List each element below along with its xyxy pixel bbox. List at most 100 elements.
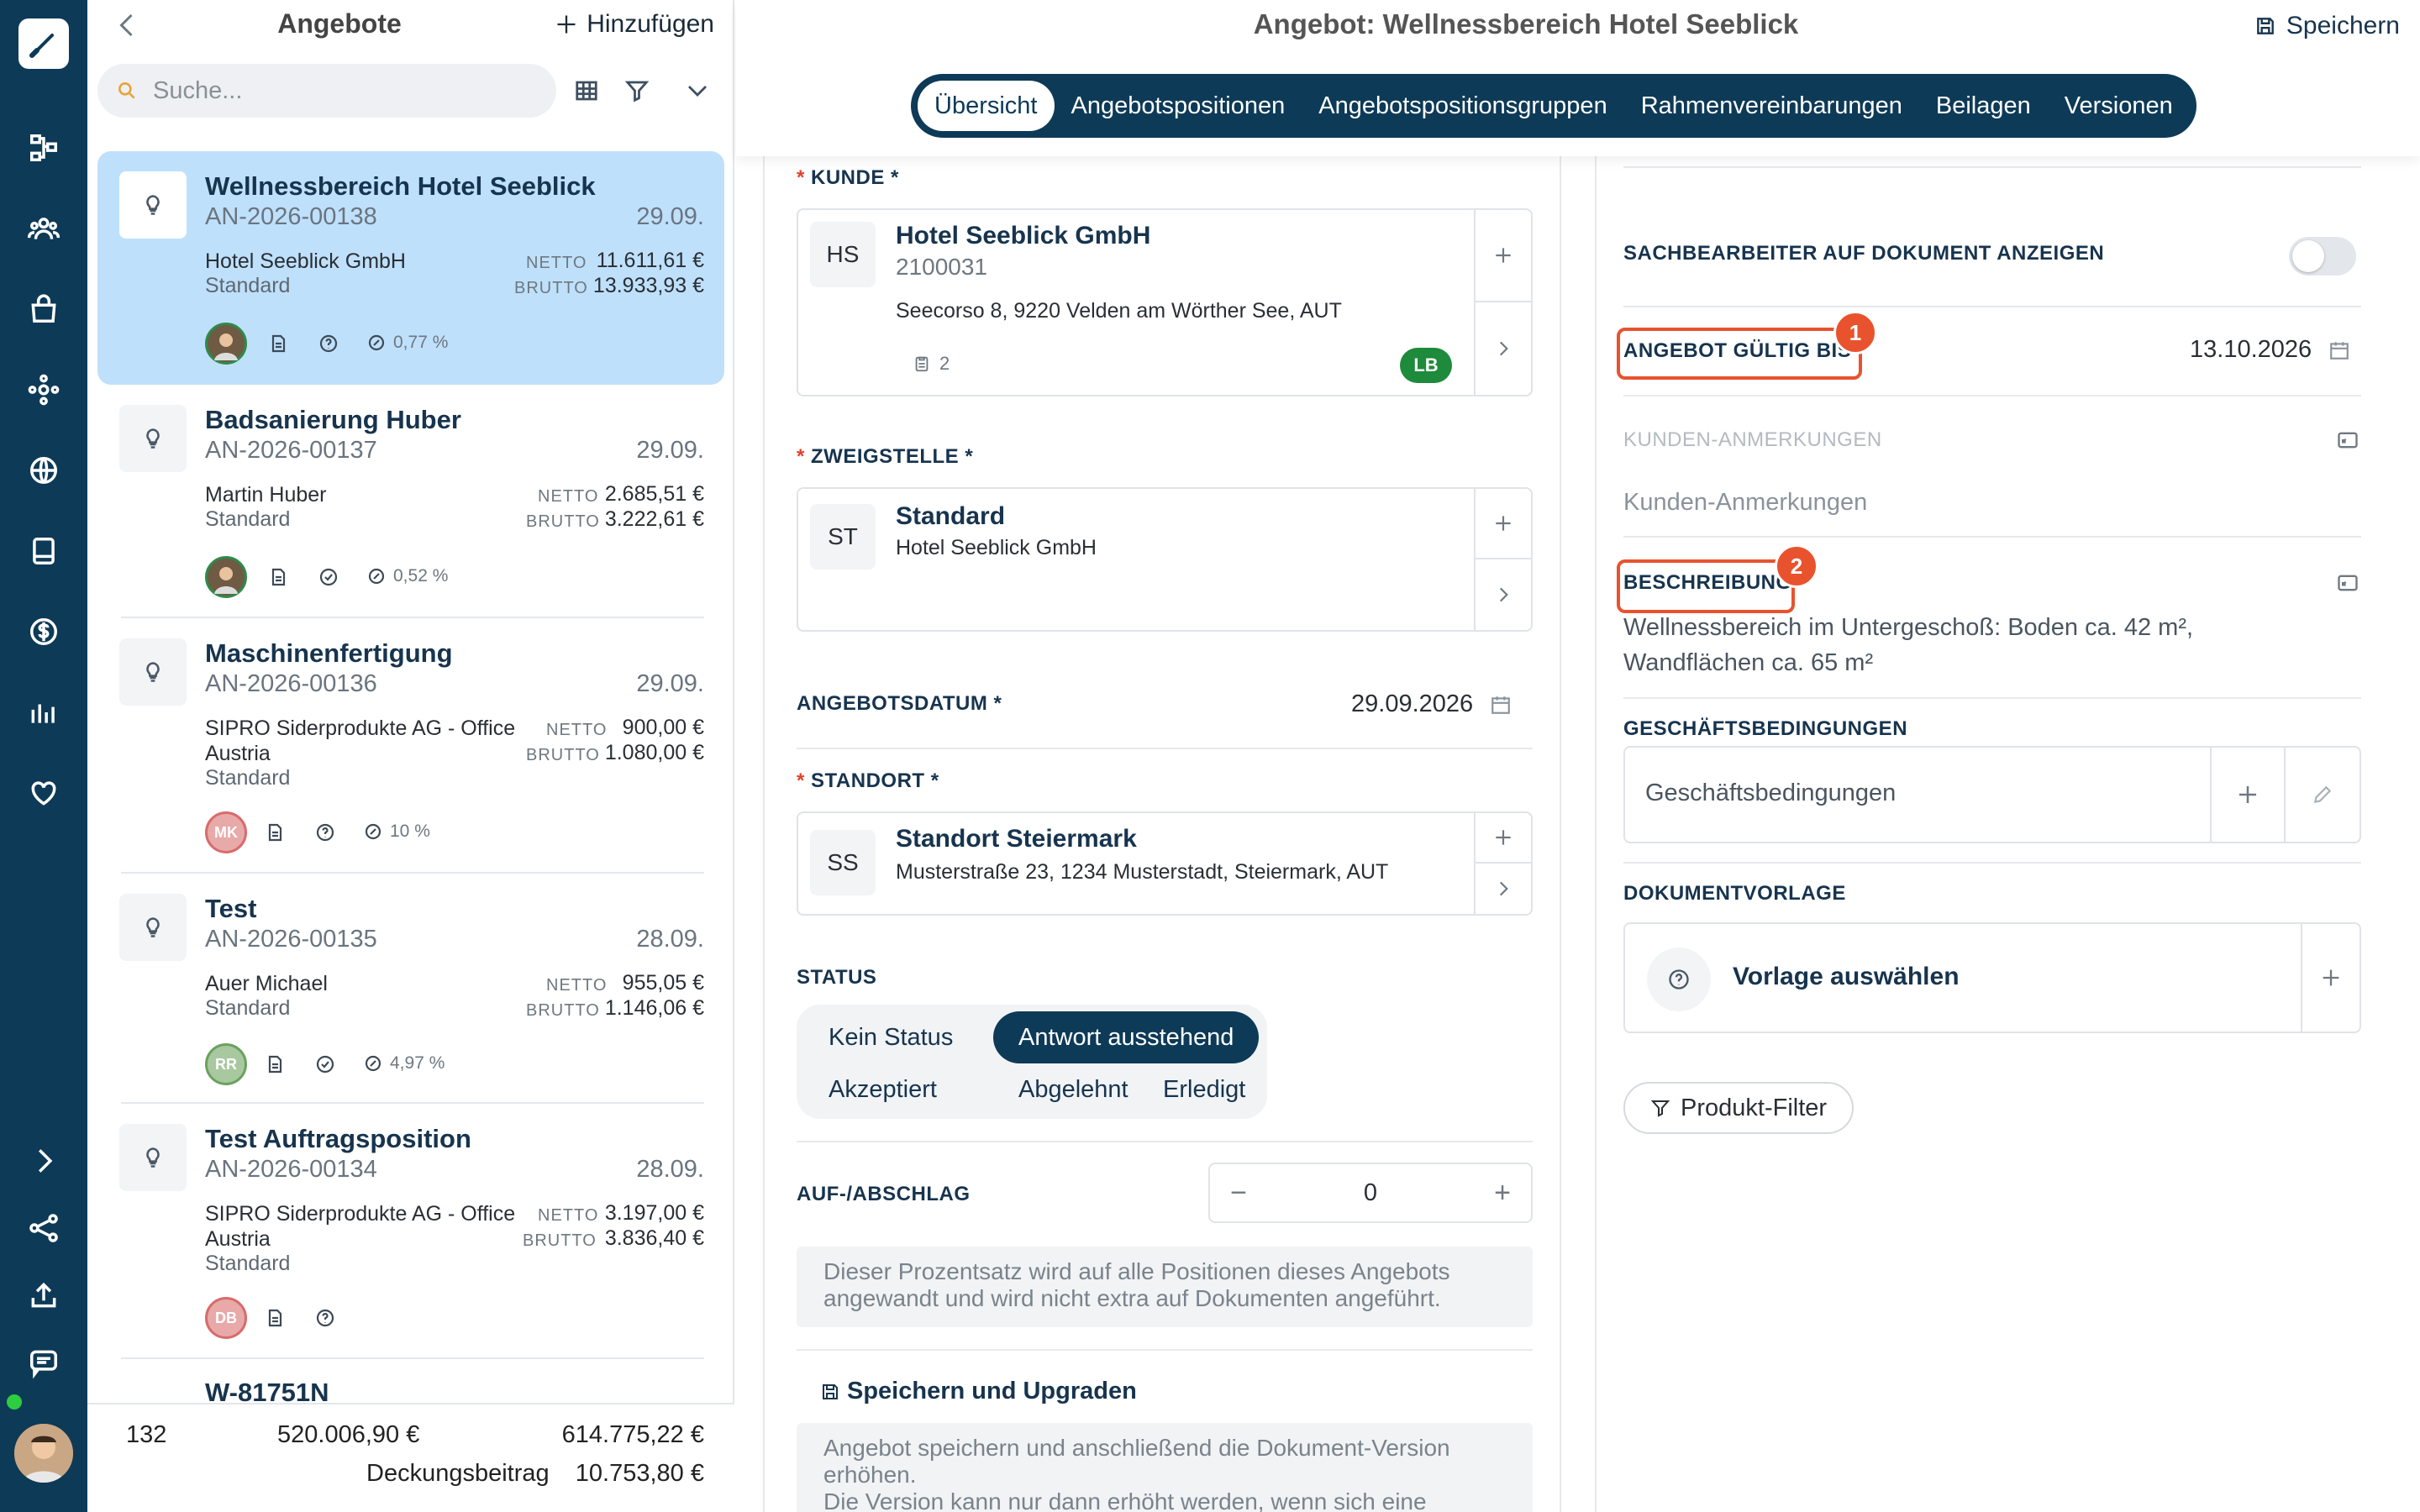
table-view-icon[interactable]: [570, 74, 603, 108]
status-option-kein-status[interactable]: Kein Status: [803, 1011, 978, 1063]
kunde-open-button[interactable]: [1474, 302, 1531, 395]
save-and-upgrade-button[interactable]: Speichern und Upgraden: [820, 1378, 1137, 1405]
kunde-name: Hotel Seeblick GmbH: [896, 222, 1151, 249]
dokumentvorlage-field[interactable]: Vorlage auswählen: [1623, 922, 2361, 1033]
chat-icon[interactable]: [24, 1342, 64, 1383]
chevron-right-icon: [1499, 341, 1508, 356]
standort-card[interactable]: SS Standort Steiermark Musterstraße 23, …: [797, 811, 1533, 916]
tab-uebersicht[interactable]: Übersicht: [918, 81, 1055, 131]
standort-name: Standort Steiermark: [896, 825, 1137, 853]
users-icon[interactable]: [24, 208, 64, 249]
chevron-right-icon: [1499, 587, 1508, 602]
kunde-add-button[interactable]: [1474, 210, 1531, 302]
filter-icon[interactable]: [620, 74, 654, 108]
increment-button[interactable]: +: [1474, 1164, 1531, 1221]
search-input[interactable]: [153, 76, 506, 105]
tab-rahmenvereinbarungen[interactable]: Rahmenvereinbarungen: [1624, 81, 1919, 131]
brutto-label: BRUTTO: [526, 1001, 600, 1020]
beschreibung-text[interactable]: Wellnessbereich im Untergeschoß: Boden c…: [1623, 610, 2245, 680]
list-footer: 132 520.006,90 € 614.775,22 € Deckungsbe…: [87, 1403, 734, 1512]
offer-number: AN-2026-00134: [205, 1156, 377, 1183]
dollar-icon[interactable]: [24, 612, 64, 652]
save-icon: [823, 1383, 838, 1399]
produkt-filter-button[interactable]: Produkt-Filter: [1623, 1082, 1854, 1134]
search-box[interactable]: [97, 64, 556, 118]
margin-percent: 4,97 %: [363, 1053, 445, 1074]
deckungsbeitrag-value: 10.753,80 €: [575, 1460, 704, 1487]
status-option-abgelehnt[interactable]: Abgelehnt: [993, 1063, 1154, 1116]
angebotsdatum-field[interactable]: 29.09.2026: [1351, 690, 1512, 718]
gueltig-bis-field[interactable]: 13.10.2026: [2190, 336, 2350, 364]
offer-list-item[interactable]: Test Auftragsposition AN-2026-00134 28.0…: [97, 1104, 724, 1359]
aufschlag-value[interactable]: 0: [1267, 1164, 1474, 1221]
status-option-antwort-ausstehend[interactable]: Antwort ausstehend: [993, 1011, 1260, 1063]
expand-editor-icon[interactable]: [2336, 571, 2360, 595]
offer-date: 28.09.: [636, 1156, 704, 1183]
tab-beilagen[interactable]: Beilagen: [1919, 81, 2048, 131]
standort-add-button[interactable]: [1474, 813, 1531, 864]
share-icon[interactable]: [24, 1208, 64, 1248]
offer-list-item[interactable]: Test AN-2026-00135 28.09. Auer Michael S…: [97, 874, 724, 1104]
offer-list-item[interactable]: Badsanierung Huber AN-2026-00137 29.09. …: [97, 385, 724, 618]
offer-title: W-81751N: [205, 1378, 329, 1403]
angebotsdatum-label: ANGEBOTSDATUM *: [797, 692, 1002, 715]
add-geschaeftsbedingungen-button[interactable]: [2212, 748, 2284, 842]
offer-branch: Standard: [205, 996, 291, 1020]
plus-icon: [2323, 969, 2339, 986]
pencil-icon: [2313, 785, 2332, 804]
offer-title: Test: [205, 894, 257, 923]
document-icon[interactable]: [24, 531, 64, 571]
edit-geschaeftsbedingungen-button[interactable]: [2286, 748, 2360, 842]
brush-logo-icon[interactable]: [18, 18, 69, 69]
zweigstelle-add-button[interactable]: [1474, 489, 1531, 559]
offer-customer: SIPRO Siderprodukte AG - Office Austria: [205, 1202, 516, 1251]
zweigstelle-open-button[interactable]: [1474, 559, 1531, 630]
status-option-akzeptiert[interactable]: Akzeptiert: [803, 1063, 962, 1116]
add-dokumentvorlage-button[interactable]: [2302, 924, 2360, 1032]
avatar: [205, 323, 247, 365]
kunden-anmerkungen-input[interactable]: Kunden-Anmerkungen: [1623, 489, 1867, 517]
decrement-button[interactable]: −: [1210, 1164, 1267, 1221]
chart-icon[interactable]: [24, 692, 64, 732]
calendar-icon: [2330, 341, 2349, 360]
sachbearbeiter-toggle[interactable]: [2289, 237, 2356, 276]
heart-icon[interactable]: [24, 773, 64, 813]
add-offer-button[interactable]: Hinzufügen: [555, 10, 714, 39]
offer-date: 28.09.: [636, 926, 704, 953]
chevron-down-icon[interactable]: [681, 74, 714, 108]
save-button[interactable]: Speichern: [2254, 12, 2400, 40]
clipboard-icon: [915, 356, 929, 372]
upload-icon[interactable]: [24, 1275, 64, 1315]
tab-angebotspositionsgruppen[interactable]: Angebotspositionsgruppen: [1302, 81, 1623, 131]
brutto-value: 3.836,40 €: [604, 1226, 704, 1250]
expand-editor-icon[interactable]: [2336, 428, 2360, 452]
network-icon[interactable]: [24, 370, 64, 410]
brutto-label: BRUTTO: [514, 279, 588, 297]
geschaeftsbedingungen-field[interactable]: Geschäftsbedingungen: [1623, 746, 2361, 843]
gear-percent-icon: [365, 1055, 381, 1072]
zweigstelle-card[interactable]: ST Standard Hotel Seeblick GmbH: [797, 487, 1533, 632]
kunde-card[interactable]: HS Hotel Seeblick GmbH 2100031 Seecorso …: [797, 208, 1533, 396]
tab-versionen[interactable]: Versionen: [2048, 81, 2190, 131]
user-avatar[interactable]: [12, 1421, 76, 1485]
plus-icon: [1496, 830, 1511, 845]
document-icon: [266, 564, 291, 590]
offer-list-item[interactable]: Maschinenfertigung AN-2026-00136 29.09. …: [97, 618, 724, 874]
tab-angebotspositionen[interactable]: Angebotspositionen: [1055, 81, 1302, 131]
step-marker-1: 1: [1833, 311, 1877, 354]
workflow-icon[interactable]: [24, 128, 64, 168]
offer-header: Angebot: Wellnessbereich Hotel Seeblick …: [736, 0, 2420, 156]
globe-icon[interactable]: [24, 450, 64, 491]
offer-list-item[interactable]: Wellnessbereich Hotel Seeblick AN-2026-0…: [97, 151, 724, 385]
plus-icon: [557, 15, 576, 34]
online-status-dot: [7, 1394, 22, 1410]
offer-list-item[interactable]: W-81751N: [97, 1359, 724, 1403]
bag-icon[interactable]: [24, 289, 64, 329]
offer-title: Badsanierung Huber: [205, 405, 461, 434]
chevron-right-icon[interactable]: [24, 1141, 64, 1181]
status-option-erledigt[interactable]: Erledigt: [1138, 1063, 1270, 1116]
offer-title: Test Auftragsposition: [205, 1124, 471, 1153]
netto-value: 900,00 €: [622, 716, 704, 739]
netto-value: 3.197,00 €: [604, 1201, 704, 1225]
standort-open-button[interactable]: [1474, 864, 1531, 914]
